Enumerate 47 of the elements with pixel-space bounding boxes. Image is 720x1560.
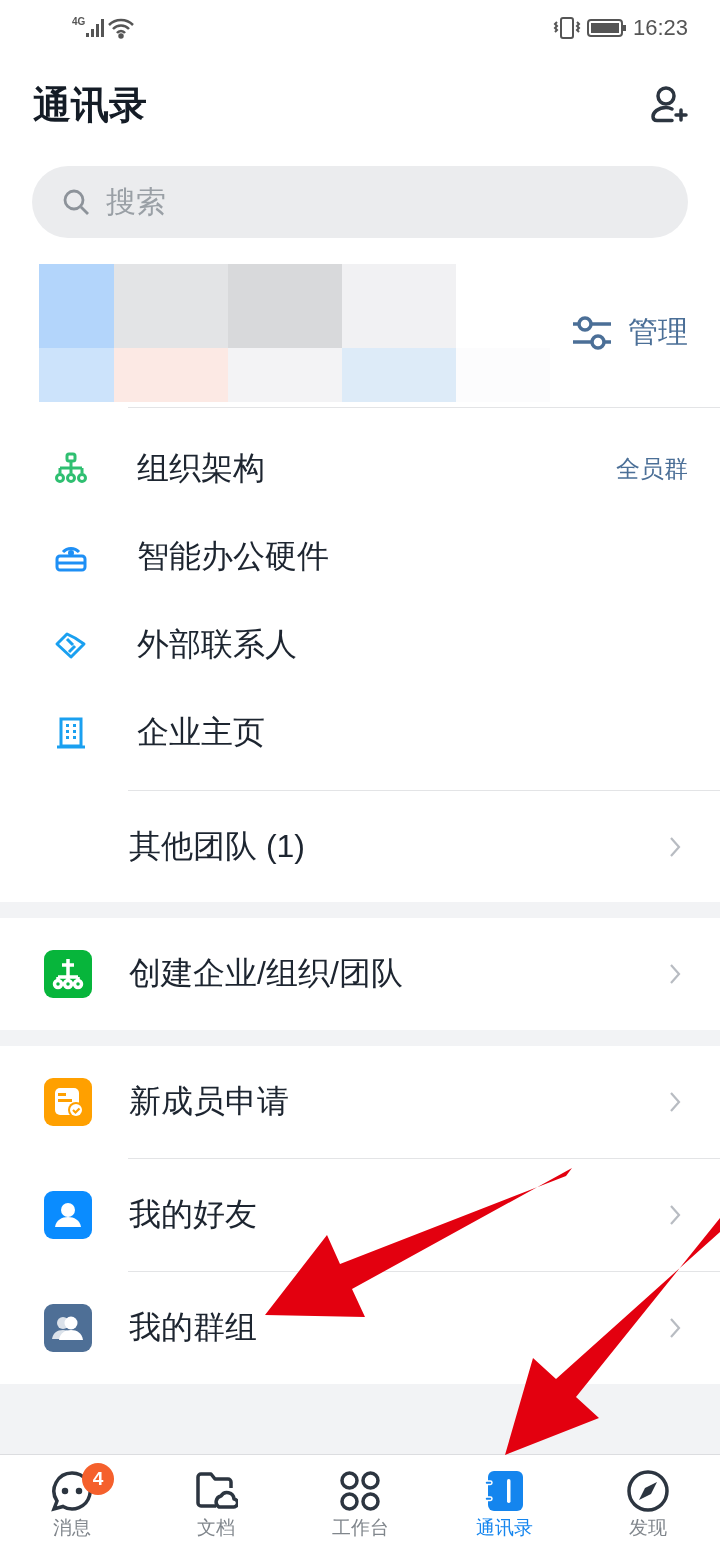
search-field[interactable]: 搜索 — [32, 166, 688, 238]
wifi-icon — [107, 16, 136, 39]
clock-time: 16:23 — [632, 14, 688, 41]
people-icon — [44, 1304, 92, 1352]
sliders-icon — [572, 314, 612, 351]
add-person-icon — [648, 85, 688, 125]
row-label: 其他团队 (1) — [129, 826, 306, 866]
chevron-icon — [668, 1090, 682, 1114]
row-label: 新成员申请 — [129, 1082, 290, 1121]
tab[interactable]: 工作台 — [288, 1455, 432, 1560]
row-label: 我的群组 — [129, 1308, 258, 1347]
add-contact-button[interactable] — [648, 85, 688, 125]
unread-badge: 4 — [82, 1463, 114, 1495]
row-label: 创建企业/组织/团队 — [129, 954, 404, 993]
tab[interactable]: 发现 — [576, 1455, 720, 1560]
chevron-icon — [668, 962, 682, 986]
row-label: 企业主页 — [137, 713, 266, 752]
chevron-icon — [668, 1203, 682, 1227]
org-add-icon — [44, 950, 92, 998]
all-staff-group-link[interactable]: 全员群 — [616, 453, 688, 485]
search-icon — [62, 188, 90, 216]
person-icon — [44, 1191, 92, 1239]
page-title: 通讯录 — [33, 82, 147, 128]
battery-icon — [586, 17, 627, 38]
address-book-icon — [482, 1469, 526, 1513]
application-icon — [44, 1078, 92, 1126]
chat-icon — [50, 1469, 94, 1513]
menu-row[interactable]: 其他团队 (1) — [0, 791, 720, 902]
row-label: 智能办公硬件 — [137, 537, 330, 576]
apps-icon — [338, 1469, 382, 1513]
tab[interactable]: 文档 — [144, 1455, 288, 1560]
row-label: 组织架构 — [137, 449, 266, 488]
menu-row[interactable]: 新成员申请 — [0, 1046, 720, 1158]
tab[interactable]: 4 消息 — [0, 1455, 144, 1560]
chevron-icon — [668, 1316, 682, 1340]
row-label: 我的好友 — [129, 1195, 258, 1234]
tab[interactable]: 通讯录 — [432, 1455, 576, 1560]
vibrate-icon — [552, 15, 581, 40]
menu-row[interactable]: 组织架构 全员群 — [0, 425, 720, 513]
manage-button[interactable]: 管理 — [572, 312, 688, 353]
network-label: 4G — [72, 16, 86, 27]
menu-row[interactable]: 创建企业/组织/团队 — [0, 918, 720, 1030]
row-label: 外部联系人 — [137, 625, 298, 664]
compass-icon — [626, 1469, 670, 1513]
menu-row[interactable]: 企业主页 — [0, 689, 720, 777]
menu-row[interactable]: 智能办公硬件 — [0, 513, 720, 601]
menu-row[interactable]: 外部联系人 — [0, 601, 720, 689]
